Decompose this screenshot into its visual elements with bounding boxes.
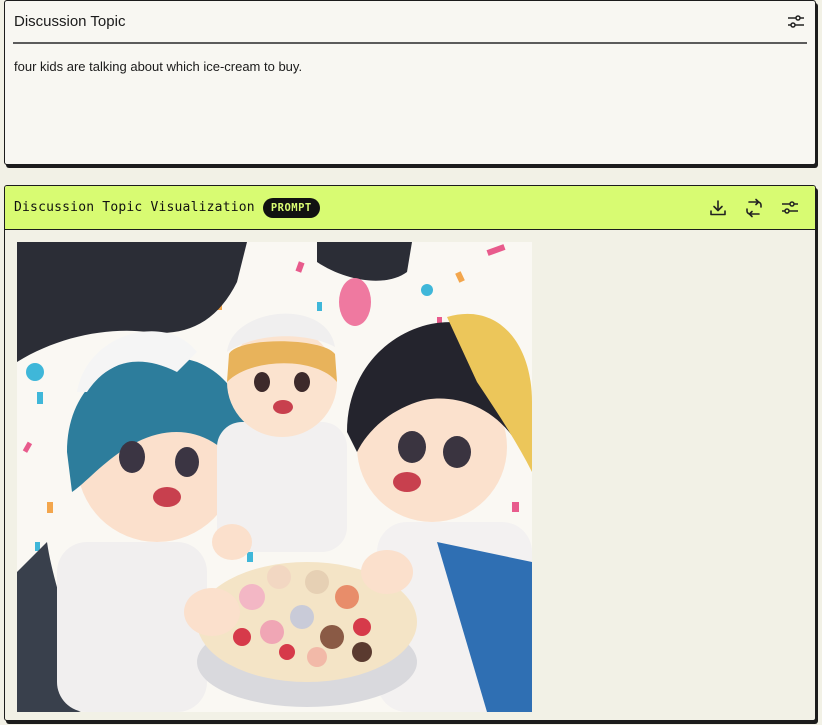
visualization-title-wrap: Discussion Topic Visualization PROMPT: [14, 197, 320, 218]
discussion-topic-header: Discussion Topic: [13, 1, 807, 44]
generated-image[interactable]: [17, 242, 532, 712]
discussion-topic-text: four kids are talking about which ice-cr…: [14, 59, 303, 74]
discussion-topic-title: Discussion Topic: [14, 13, 126, 30]
download-icon[interactable]: [707, 197, 729, 219]
visualization-title: Discussion Topic Visualization: [14, 200, 255, 215]
sliders-icon[interactable]: [779, 197, 801, 219]
illustration: [17, 242, 532, 712]
visualization-panel: Discussion Topic Visualization PROMPT: [4, 185, 816, 721]
visualization-header: Discussion Topic Visualization PROMPT: [5, 186, 815, 230]
visualization-actions: [707, 197, 801, 219]
prompt-badge: PROMPT: [262, 197, 320, 218]
discussion-topic-panel: Discussion Topic four kids are talking a…: [4, 0, 816, 165]
kid-cap: [217, 313, 347, 552]
sliders-icon[interactable]: [785, 11, 807, 33]
repeat-icon[interactable]: [743, 197, 765, 219]
